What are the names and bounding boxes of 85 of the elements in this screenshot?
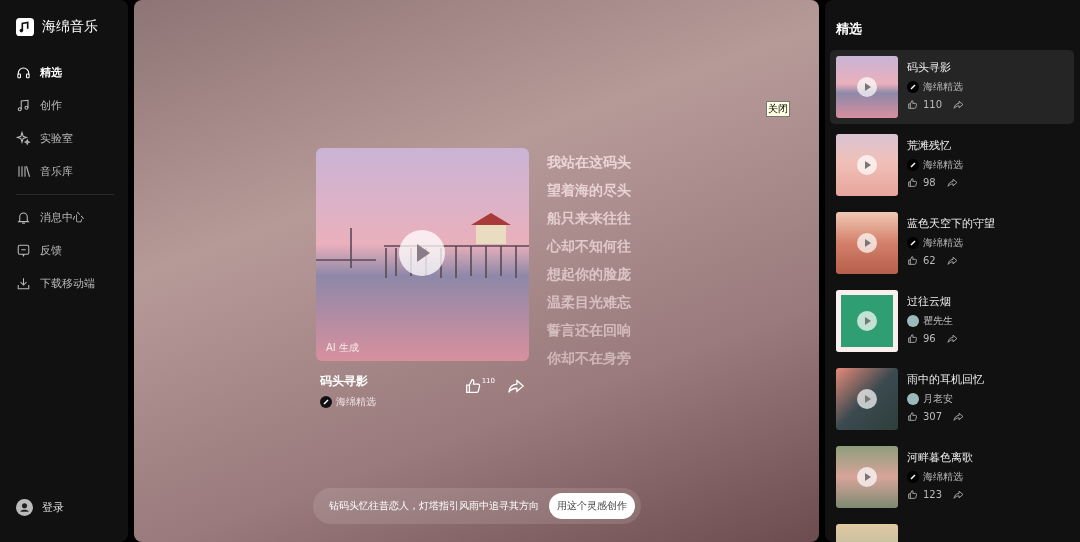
bell-icon: [16, 210, 31, 225]
avatar-icon: [907, 315, 919, 327]
song-title: 码头寻影: [320, 373, 369, 390]
nav-item[interactable]: 音乐库: [16, 155, 114, 188]
author-logo-icon: [907, 159, 919, 171]
feedback-icon: [16, 243, 31, 258]
author-logo-icon: [907, 237, 919, 249]
song-title: 河畔暮色离歌: [907, 450, 973, 465]
music-logo-icon: [16, 18, 34, 36]
lyric-line: 船只来来往往: [547, 209, 632, 228]
play-icon: [857, 311, 877, 331]
nav-item[interactable]: 反馈: [16, 234, 114, 267]
play-icon: [857, 233, 877, 253]
nav-item[interactable]: 创作: [16, 89, 114, 122]
song-card[interactable]: 码头寻影 海绵精选 110: [830, 50, 1074, 124]
song-title: 蓝色天空下的守望: [907, 216, 995, 231]
like-count: 96: [923, 333, 936, 344]
like-count: 62: [923, 255, 936, 266]
author-name: 海绵精选: [923, 236, 963, 250]
lyric-line: 温柔目光难忘: [547, 293, 632, 312]
nav-item[interactable]: 精选: [16, 56, 114, 89]
share-icon: [953, 489, 965, 500]
author-name: 瞿先生: [923, 314, 953, 328]
play-icon: [399, 230, 445, 276]
thumbs-up-icon: [907, 489, 918, 500]
panel-title: 精选: [836, 20, 863, 38]
lyric-line: 你却不在身旁: [547, 349, 632, 368]
lyric-line: 望着海的尽头: [547, 181, 632, 200]
song-card[interactable]: 荒滩残忆 海绵精选 98: [830, 128, 1074, 202]
like-count: 98: [923, 177, 936, 188]
like-count: 110: [923, 99, 943, 110]
ai-generated-label: AI 生成: [326, 341, 359, 355]
music-note-icon: [16, 98, 31, 113]
thumbs-up-icon: [907, 99, 918, 110]
song-title: 荒滩残忆: [907, 138, 952, 153]
nav-item[interactable]: 下载移动端: [16, 267, 114, 300]
author-name: 海绵精选: [923, 470, 963, 484]
play-icon: [857, 77, 877, 97]
song-card[interactable]: 河畔暮色离歌 海绵精选 123: [830, 440, 1074, 514]
lyric-line: 我站在这码头: [547, 153, 632, 172]
author-logo-icon: [907, 471, 919, 483]
play-icon: [857, 467, 877, 487]
lyric-line: 想起你的脸庞: [547, 265, 632, 284]
sparkle-icon: [16, 131, 31, 146]
login-button[interactable]: 登录: [16, 491, 114, 524]
play-icon: [857, 155, 877, 175]
library-icon: [16, 164, 31, 179]
brand-name: 海绵音乐: [42, 18, 98, 36]
thumbs-up-icon: [907, 333, 918, 344]
song-title: 过往云烟: [907, 294, 952, 309]
thumbs-up-icon: [907, 255, 918, 266]
song-card[interactable]: 雨中的耳机回忆 月老安 307: [830, 362, 1074, 436]
tooltip: 关闭: [766, 101, 790, 117]
like-count: 307: [923, 411, 943, 422]
song-title: 码头寻影: [907, 60, 952, 75]
song-card[interactable]: 蓝色天空下的守望 海绵精选 62: [830, 206, 1074, 280]
author-name: 月老安: [923, 392, 953, 406]
share-icon: [946, 333, 958, 344]
author-name: 海绵精选: [923, 158, 963, 172]
like-count: 123: [923, 489, 943, 500]
share-icon: [953, 411, 965, 422]
prompt-text: 钻码头忆往昔恋人，灯塔指引风雨中追寻其方向: [328, 499, 539, 513]
user-avatar-icon: [16, 499, 33, 516]
thumbs-up-icon: [907, 411, 918, 422]
download-icon: [16, 276, 31, 291]
song-card[interactable]: 过往云烟 瞿先生 96: [830, 284, 1074, 358]
author-logo-icon: [907, 81, 919, 93]
author-name: 海绵精选: [923, 80, 963, 94]
nav-item[interactable]: 实验室: [16, 122, 114, 155]
song-title: 雨中的耳机回忆: [907, 372, 984, 387]
thumbs-up-icon: [907, 177, 918, 188]
thumbs-up-icon: [463, 377, 482, 395]
play-icon: [857, 389, 877, 409]
share-icon: [507, 377, 525, 395]
share-icon: [953, 99, 965, 110]
lyric-line: 心却不知何往: [547, 237, 632, 256]
share-icon: [946, 255, 958, 266]
avatar-icon: [907, 393, 919, 405]
create-button[interactable]: 用这个灵感创作: [548, 493, 635, 519]
lyric-line: 誓言还在回响: [547, 321, 632, 340]
author-logo-icon: [320, 396, 332, 408]
headphones-icon: [16, 65, 31, 80]
share-icon: [946, 177, 958, 188]
nav-item[interactable]: 消息中心: [16, 201, 114, 234]
author-name: 海绵精选: [336, 395, 376, 409]
